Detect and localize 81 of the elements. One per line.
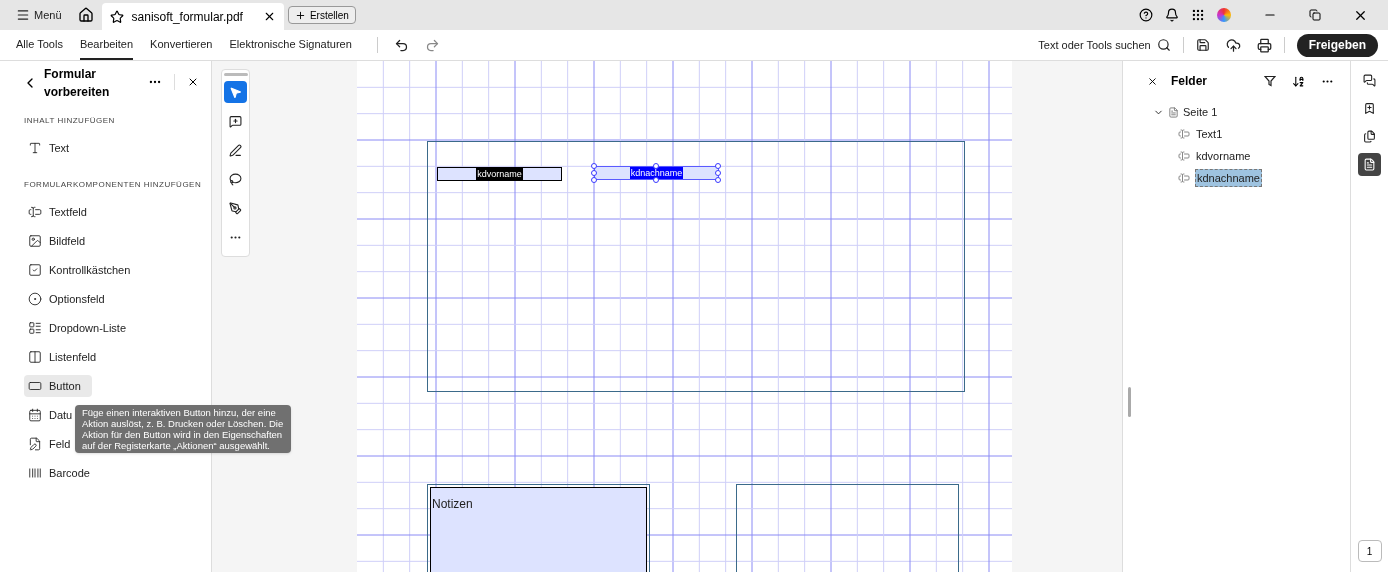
text-add-icon [28,141,42,155]
page-number[interactable]: 1 [1357,540,1382,562]
star-icon[interactable] [109,9,124,24]
search-button[interactable]: Text oder Tools suchen [1038,36,1171,54]
form-field[interactable]: kdvorname [437,167,562,181]
section-heading: FORMULARKOMPONENTEN HINZUFÜGEN [23,179,203,191]
restore-icon[interactable] [1309,9,1321,21]
form-field[interactable]: kdnachname [594,166,719,180]
pointer-icon [229,85,242,99]
pen-nib-icon [229,201,242,215]
checkbox-icon [28,263,42,277]
pages-icon [1363,130,1376,143]
tree-item[interactable]: kdvorname [1195,147,1252,165]
filter-icon[interactable] [1264,75,1276,87]
radio-icon [28,292,42,306]
toolbar-tab[interactable]: Elektronische Signaturen [229,30,352,60]
bookmark-icon [1363,102,1376,115]
home-icon [77,7,94,23]
tooltip: Füge einen interaktiven Button hinzu, der eine Aktion auslöst, z. B. Drucken oder Löschen. Die Aktion für den Button wird in den Eigenschaften auf der Registerkarte „Aktionen“ ausgewählt. [75,405,291,453]
page-icon [1168,106,1179,118]
document-icon [1363,158,1376,171]
tree-label[interactable]: Seite 1 [1183,103,1218,121]
redo-icon[interactable] [424,37,440,53]
lasso-icon [229,172,242,186]
resize-handle[interactable] [653,177,659,183]
section-heading: INHALT HINZUFÜGEN [23,115,116,127]
tool-item[interactable]: Text [24,137,81,159]
apps-icon[interactable] [1191,8,1205,22]
field-label: kdvorname [476,168,523,180]
print-icon[interactable] [1256,37,1272,53]
tool-item[interactable]: Kontrollkästchen [24,259,142,281]
upload-icon[interactable] [1225,37,1241,53]
share-button[interactable]: Freigeben [1296,33,1378,57]
plus-icon [294,9,306,21]
tool-item[interactable]: Listenfeld [24,346,108,368]
panel-title: Formular vorbereiten [44,66,111,101]
avatar-icon[interactable] [1217,8,1231,22]
save-icon[interactable] [1195,38,1210,52]
button-icon [28,379,42,393]
text-field-icon [1178,150,1190,162]
toolbar-tab[interactable]: Alle Tools [16,30,63,60]
comments-icon [1363,74,1376,87]
panel-title: Felder [1171,73,1207,90]
text-field-icon [28,205,42,219]
tool-item[interactable]: Textfeld [24,201,98,223]
toolbar-tab[interactable]: Konvertieren [150,30,213,60]
calendar-icon [28,408,42,422]
create-button[interactable]: Erstellen [287,6,356,24]
tool-item[interactable]: Dropdown-Liste [24,317,138,339]
notes-label: Notizen [432,497,473,511]
menu-icon [16,8,30,22]
menu-button[interactable]: Menü [8,6,70,24]
field-label: kdnachname [629,167,684,179]
text-field-icon [1178,172,1190,184]
tree-item[interactable]: Text1 [1195,125,1224,143]
bell-icon[interactable] [1165,8,1179,22]
resize-handle[interactable] [1128,387,1131,417]
image-icon [28,234,42,248]
barcode-icon [28,466,42,480]
tree-item[interactable]: kdnachname [1195,168,1262,188]
sort-icon[interactable] [1292,74,1305,88]
tool-item[interactable]: Bildfeld [24,230,97,252]
close-icon[interactable] [187,76,199,88]
pen-icon [28,437,42,451]
search-icon [1156,38,1171,52]
pen-icon [229,143,242,157]
text-field-icon [1178,128,1190,140]
tool-item[interactable]: Button [24,375,92,397]
side-tab[interactable] [1358,153,1381,176]
list-icon [28,350,42,364]
comment-icon [229,114,242,128]
document-tab[interactable]: sanisoft_formular.pdf [101,3,284,30]
close-icon[interactable] [1147,75,1158,87]
help-icon[interactable] [1139,8,1153,22]
resize-handle[interactable] [653,163,659,169]
tool-item[interactable]: Optionsfeld [24,288,116,310]
dropdown-icon [28,321,42,335]
undo-icon[interactable] [393,37,409,53]
tool-item[interactable]: Barcode [24,462,101,484]
notes-field[interactable]: Notizen [430,487,647,572]
tab-title: sanisoft_formular.pdf [131,8,243,26]
